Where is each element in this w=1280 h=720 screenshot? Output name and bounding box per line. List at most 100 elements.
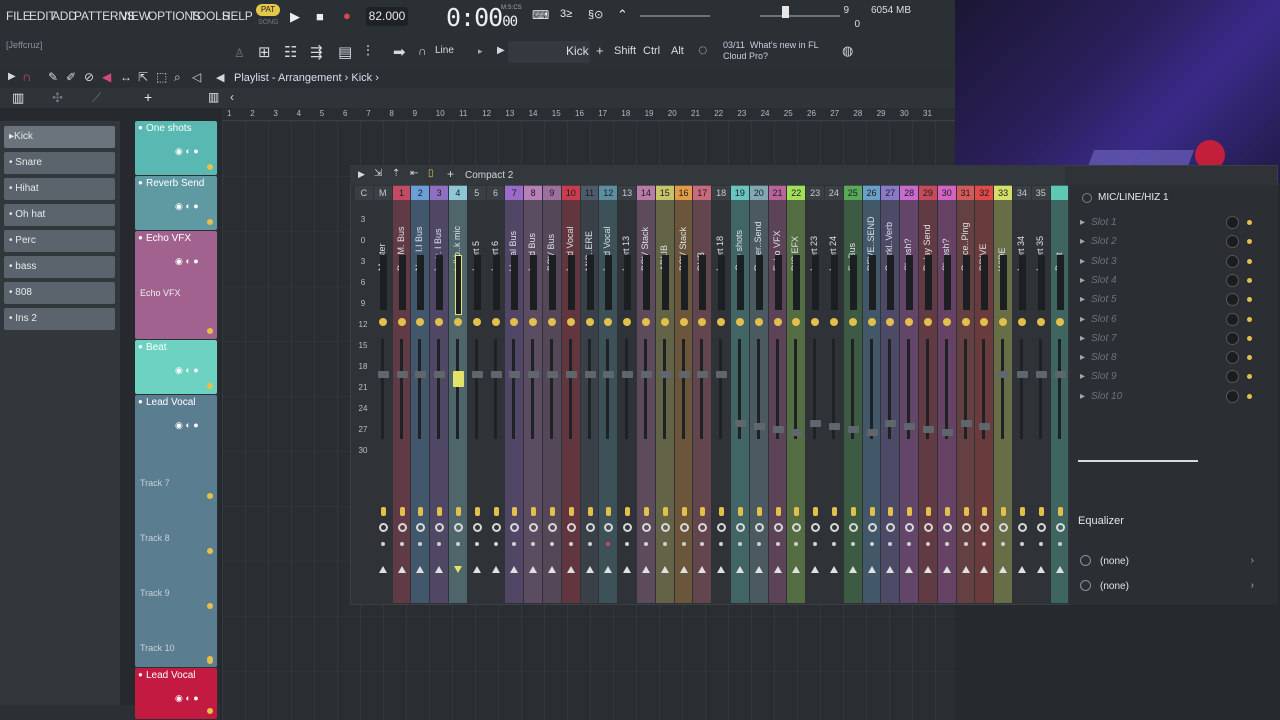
channel-pan-knob[interactable]	[980, 523, 990, 532]
channel-active-dot[interactable]	[531, 542, 536, 546]
channel-fader-track[interactable]	[850, 339, 854, 439]
channel-active-dot[interactable]	[456, 542, 460, 546]
slot-expand-icon[interactable]: ▸	[1080, 236, 1085, 247]
channel-route-arrow-icon[interactable]	[717, 566, 726, 573]
slot-mix-knob[interactable]	[1226, 351, 1239, 365]
mixer-channel[interactable]: 5Insert 5	[467, 185, 486, 603]
channel-stereo-icon[interactable]	[888, 507, 894, 516]
channel-enable-knob[interactable]	[811, 318, 820, 326]
channel-pan-knob[interactable]	[867, 523, 877, 532]
channel-enable-knob[interactable]	[585, 318, 594, 326]
channel-fader-handle[interactable]	[735, 420, 746, 427]
track-header[interactable]: Echo VFX ● ◉ ◐ ● Echo VFX	[135, 231, 217, 339]
metronome-icon[interactable]: ⌃	[617, 7, 628, 23]
channel-active-dot[interactable]	[1001, 542, 1006, 546]
mixer-channel[interactable]: 32DRIVE	[975, 185, 994, 603]
channel-fader-track[interactable]	[418, 339, 422, 439]
channel-pan-knob[interactable]	[717, 523, 727, 532]
audio-input-selector[interactable]: (none) ›	[1076, 552, 1258, 572]
channel-pan-knob[interactable]	[905, 523, 915, 532]
channel-fader-handle[interactable]	[641, 371, 652, 378]
track-status-icon[interactable]: ●	[138, 178, 143, 187]
timeline-ruler[interactable]: 1 2 3 4 5 6 7 8 9 10 11 12 13 14 15 16 17 18 19 20 21 22 23 24 2…	[222, 108, 955, 121]
channel-pan-knob[interactable]	[754, 523, 764, 532]
channel-enable-knob[interactable]	[642, 318, 650, 326]
channel-enable-knob[interactable]	[792, 318, 801, 326]
channel-pan-knob[interactable]	[416, 523, 426, 532]
channel-active-dot[interactable]	[775, 542, 780, 546]
channel-fader-handle[interactable]	[528, 371, 540, 378]
channel-pan-knob[interactable]	[736, 523, 745, 532]
channel-enable-knob[interactable]	[435, 318, 444, 326]
mute-tool-icon[interactable]: ◀	[102, 70, 111, 84]
piano-roll-icon[interactable]: ⇶	[310, 43, 323, 61]
mixer-channel[interactable]: 18 Insert 18	[712, 185, 730, 603]
channel-active-dot[interactable]	[926, 542, 930, 546]
master-volume-slider[interactable]	[760, 15, 840, 17]
channel-stereo-icon[interactable]	[982, 507, 988, 516]
channel-fader-track[interactable]	[380, 339, 384, 439]
channel-fader-handle[interactable]	[584, 371, 596, 378]
channel-active-dot[interactable]	[606, 542, 611, 546]
mixer-channel[interactable]: C	[355, 185, 373, 603]
channel-fader-track[interactable]	[568, 339, 572, 439]
channel-active-dot[interactable]	[568, 542, 573, 546]
channel-pan-knob[interactable]	[848, 523, 858, 532]
track-status-icon[interactable]: ●	[138, 397, 143, 406]
channel-pan-knob[interactable]	[529, 523, 539, 532]
channel-enable-knob[interactable]	[566, 318, 575, 326]
channel-enable-knob[interactable]	[754, 318, 763, 326]
slot-enable-dot[interactable]	[1247, 335, 1252, 341]
channel-pan-knob[interactable]	[660, 523, 670, 532]
slot-expand-icon[interactable]: ▸	[1080, 333, 1085, 344]
channel-active-dot[interactable]	[380, 542, 385, 546]
channel-pan-knob[interactable]	[679, 523, 689, 532]
channel-fader-handle[interactable]	[471, 371, 483, 378]
insert-volume-bar[interactable]	[1078, 460, 1198, 462]
channel-route-arrow-icon[interactable]	[397, 566, 406, 573]
fx-slot[interactable]: ▸ Slot 1	[1080, 214, 1255, 232]
channel-stereo-icon[interactable]	[625, 507, 631, 516]
globe-icon[interactable]: ◍	[842, 43, 853, 59]
channel-enable-knob[interactable]	[548, 318, 556, 326]
slot-mix-knob[interactable]	[1226, 235, 1239, 249]
channel-active-dot[interactable]	[907, 542, 912, 546]
channel-stereo-icon[interactable]	[1001, 507, 1007, 516]
channel-fader-track[interactable]	[1057, 339, 1061, 439]
channel-route-arrow-icon[interactable]	[980, 566, 989, 573]
channel-route-arrow-icon[interactable]	[623, 566, 632, 573]
track-header[interactable]: Beat ● ◉ ◐ ●	[135, 340, 217, 394]
mixer-channel[interactable]: 19 One shots	[731, 185, 749, 603]
pattern-item[interactable]: • Snare	[4, 152, 115, 174]
channel-fader-handle[interactable]	[377, 371, 389, 378]
channel-active-dot[interactable]	[756, 542, 761, 546]
pattern-item[interactable]: • 808	[4, 282, 115, 304]
add-track-icon[interactable]: +	[144, 89, 152, 105]
slip-tool-icon[interactable]: ↔	[120, 70, 132, 84]
channel-fader-handle[interactable]	[847, 426, 859, 433]
channel-route-arrow-icon[interactable]	[1055, 566, 1064, 573]
audio-icon[interactable]: ✣	[52, 90, 63, 106]
channel-stereo-icon[interactable]	[380, 507, 386, 516]
channel-fader-handle[interactable]	[829, 423, 840, 430]
channel-pan-knob[interactable]	[961, 523, 971, 532]
channel-route-arrow-icon[interactable]	[830, 566, 838, 573]
channel-enable-knob[interactable]	[397, 318, 406, 326]
channel-enable-knob[interactable]	[698, 318, 707, 326]
slot-mix-knob[interactable]	[1226, 273, 1239, 287]
channel-fader-handle[interactable]	[716, 371, 728, 378]
pattern-mode-toggle[interactable]: PAT	[256, 4, 280, 16]
channel-fader-track[interactable]	[437, 339, 441, 439]
channel-pan-knob[interactable]	[830, 523, 839, 532]
channel-route-arrow-icon[interactable]	[698, 566, 707, 573]
channel-fader-handle[interactable]	[490, 371, 502, 378]
channel-stereo-icon[interactable]	[681, 507, 687, 516]
mixer-channel[interactable]: 31 Space..Ping	[956, 185, 975, 603]
channel-fader-track[interactable]	[474, 339, 478, 439]
channel-pan-knob[interactable]	[510, 523, 520, 532]
channel-fader-track[interactable]	[399, 339, 403, 439]
trash-icon[interactable]: ♙	[234, 46, 245, 60]
slot-mix-knob[interactable]	[1226, 370, 1239, 384]
channel-fader-handle[interactable]	[923, 426, 934, 433]
channel-active-dot[interactable]	[1038, 542, 1043, 546]
